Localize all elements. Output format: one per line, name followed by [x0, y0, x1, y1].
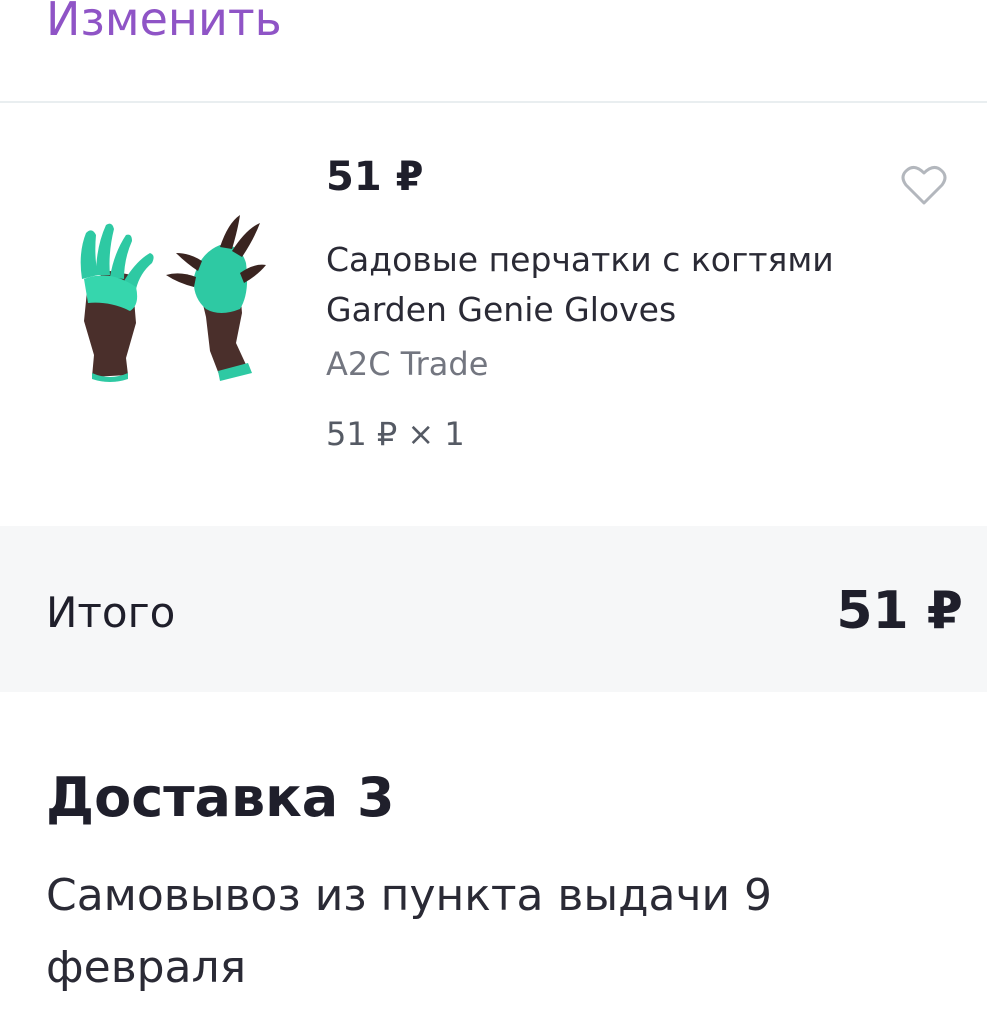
product-card[interactable]: 51 ₽ Садовые перчатки с когтями Garden G… — [0, 103, 987, 525]
product-title[interactable]: Садовые перчатки с когтями Garden Genie … — [326, 235, 926, 335]
product-image — [80, 215, 266, 382]
seller-name[interactable]: A2C Trade — [326, 345, 488, 383]
unit-price-quantity: 51 ₽ × 1 — [326, 415, 465, 453]
product-price: 51 ₽ — [326, 154, 424, 200]
edit-link[interactable]: Изменить — [46, 0, 282, 47]
total-label: Итого — [46, 588, 176, 637]
total-value: 51 ₽ — [836, 581, 963, 641]
delivery-description: Самовывоз из пункта выдачи 9 февраля — [46, 870, 773, 993]
delivery-title: Доставка 3 — [46, 766, 395, 829]
total-summary: Итого 51 ₽ — [0, 526, 987, 692]
heart-outline-icon[interactable] — [900, 163, 948, 207]
left-glove — [80, 223, 154, 382]
right-glove — [166, 215, 266, 381]
